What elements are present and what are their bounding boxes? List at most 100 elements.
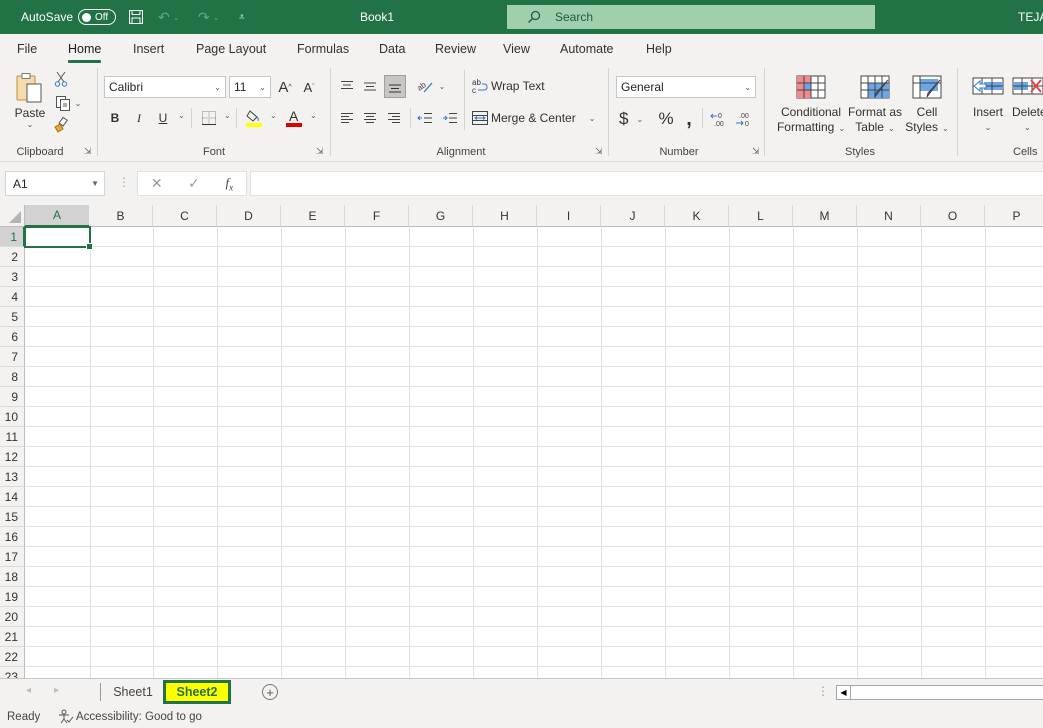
increase-indent-icon[interactable] (440, 108, 460, 128)
row-header-21[interactable]: 21 (0, 627, 25, 647)
row-header-13[interactable]: 13 (0, 467, 25, 487)
select-all-button[interactable] (0, 205, 25, 227)
row-header-5[interactable]: 5 (0, 307, 25, 327)
row-header-14[interactable]: 14 (0, 487, 25, 507)
column-header-n[interactable]: N (857, 205, 921, 227)
column-header-l[interactable]: L (729, 205, 793, 227)
row-header-23[interactable]: 23 (0, 667, 25, 678)
formula-input[interactable] (250, 171, 1043, 196)
number-launcher-icon[interactable]: ⇲ (752, 146, 760, 157)
align-center-icon[interactable] (360, 108, 380, 128)
paste-dropdown-icon[interactable]: ⌄ (27, 120, 34, 129)
delete-cells-button[interactable]: Delete ⌄ (1012, 72, 1043, 138)
tab-formulas[interactable]: Formulas (297, 42, 349, 56)
comma-style-button[interactable]: , (681, 108, 697, 130)
horizontal-scrollbar[interactable]: ◀ (836, 685, 1043, 700)
insert-cells-button[interactable]: Insert ⌄ (968, 72, 1008, 138)
save-icon[interactable] (128, 0, 144, 34)
bold-button[interactable]: B (106, 108, 124, 128)
conditional-formatting-button[interactable]: Conditional Formatting ⌄ (773, 72, 849, 138)
tab-home[interactable]: Home (68, 42, 102, 63)
column-header-m[interactable]: M (793, 205, 857, 227)
row-header-12[interactable]: 12 (0, 447, 25, 467)
row-header-2[interactable]: 2 (0, 247, 25, 267)
row-header-11[interactable]: 11 (0, 427, 25, 447)
column-header-o[interactable]: O (921, 205, 985, 227)
italic-button[interactable]: I (130, 108, 148, 128)
redo-icon[interactable]: ↷ ⌄ (198, 0, 219, 34)
row-header-17[interactable]: 17 (0, 547, 25, 567)
borders-dropdown-icon[interactable]: ⌄ (224, 111, 231, 120)
accessibility-status[interactable]: Accessibility: Good to go (58, 709, 202, 724)
row-header-19[interactable]: 19 (0, 587, 25, 607)
enter-icon[interactable]: ✓ (188, 175, 200, 192)
search-box[interactable]: Search (507, 5, 875, 29)
tab-view[interactable]: View (503, 42, 530, 56)
row-header-10[interactable]: 10 (0, 407, 25, 427)
row-header-15[interactable]: 15 (0, 507, 25, 527)
top-align-icon[interactable] (337, 76, 357, 96)
copy-button[interactable]: ⌄ (52, 94, 84, 112)
scroll-sheets-right-icon[interactable]: ▸ (54, 685, 59, 696)
column-header-p[interactable]: P (985, 205, 1043, 227)
column-header-a[interactable]: A (25, 205, 90, 227)
font-name-select[interactable]: Calibri ⌄ (104, 76, 226, 98)
column-header-e[interactable]: E (281, 205, 345, 227)
decrease-decimal-icon[interactable]: .00 0 (734, 108, 754, 130)
row-header-9[interactable]: 9 (0, 387, 25, 407)
undo-icon[interactable]: ↶ ⌄ (158, 0, 179, 34)
merge-center-button[interactable]: Merge & Center ⌄ (472, 108, 595, 128)
autosave-toggle[interactable]: Off (78, 9, 116, 25)
column-header-f[interactable]: F (345, 205, 409, 227)
underline-button[interactable]: U (154, 108, 172, 128)
scroll-left-icon[interactable]: ◀ (837, 686, 851, 699)
row-header-8[interactable]: 8 (0, 367, 25, 387)
active-cell-a1[interactable] (24, 226, 93, 250)
sheet-tab-sheet1[interactable]: Sheet1 (104, 679, 162, 705)
orientation-icon[interactable]: ab ⌄ (415, 76, 447, 96)
name-box[interactable]: A1 ▼ (5, 171, 105, 196)
row-header-6[interactable]: 6 (0, 327, 25, 347)
insert-function-icon[interactable]: fx (226, 175, 234, 193)
fill-color-icon[interactable] (244, 107, 264, 129)
row-header-20[interactable]: 20 (0, 607, 25, 627)
cancel-icon[interactable]: ✕ (151, 175, 163, 192)
column-header-k[interactable]: K (665, 205, 729, 227)
bottom-align-icon[interactable] (384, 75, 406, 98)
align-right-icon[interactable] (384, 108, 404, 128)
row-header-16[interactable]: 16 (0, 527, 25, 547)
tab-page-layout[interactable]: Page Layout (196, 42, 266, 56)
add-sheet-icon[interactable]: + (262, 684, 278, 700)
borders-icon[interactable] (199, 108, 219, 128)
row-header-7[interactable]: 7 (0, 347, 25, 367)
column-header-d[interactable]: D (217, 205, 281, 227)
clipboard-launcher-icon[interactable]: ⇲ (84, 146, 92, 157)
format-as-table-button[interactable]: Format as Table ⌄ (847, 72, 903, 138)
row-header-4[interactable]: 4 (0, 287, 25, 307)
alignment-launcher-icon[interactable]: ⇲ (595, 146, 603, 157)
wrap-text-button[interactable]: ab c Wrap Text (472, 76, 545, 96)
column-header-g[interactable]: G (409, 205, 473, 227)
format-painter-icon[interactable] (52, 116, 70, 134)
column-header-i[interactable]: I (537, 205, 601, 227)
paste-button[interactable]: Paste ⌄ (12, 70, 48, 130)
tab-file[interactable]: File (17, 42, 37, 56)
column-header-b[interactable]: B (89, 205, 153, 227)
row-header-3[interactable]: 3 (0, 267, 25, 287)
scroll-sheets-left-icon[interactable]: ◂ (26, 685, 31, 696)
column-header-c[interactable]: C (153, 205, 217, 227)
sheet-tab-sheet2[interactable]: Sheet2 (163, 680, 231, 704)
font-size-select[interactable]: 11 ⌄ (229, 76, 271, 98)
increase-font-size-icon[interactable]: A ^ (276, 76, 294, 98)
font-color-dropdown-icon[interactable]: ⌄ (310, 111, 317, 120)
tab-data[interactable]: Data (379, 42, 405, 56)
column-header-j[interactable]: J (601, 205, 665, 227)
customize-toolbar-icon[interactable]: ⩡ (239, 0, 245, 34)
tab-help[interactable]: Help (646, 42, 672, 56)
percent-button[interactable]: % (656, 108, 676, 130)
row-header-18[interactable]: 18 (0, 567, 25, 587)
cell-styles-button[interactable]: Cell Styles ⌄ (903, 72, 951, 138)
currency-button[interactable]: $ ⌄ (619, 108, 643, 130)
tab-review[interactable]: Review (435, 42, 476, 56)
user-name[interactable]: TEJA (1018, 0, 1043, 34)
